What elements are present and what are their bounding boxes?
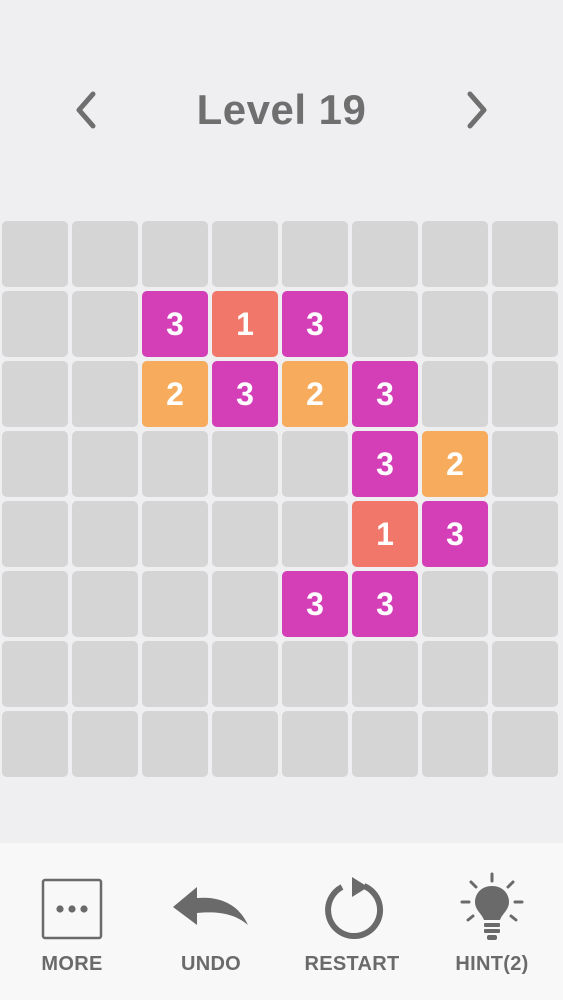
board-cell[interactable] [212, 711, 278, 777]
restart-icon [325, 877, 384, 940]
board-cell[interactable] [2, 711, 68, 777]
undo-button[interactable]: UNDO [146, 873, 276, 983]
board-cell[interactable] [2, 221, 68, 287]
number-tile[interactable]: 3 [422, 501, 488, 567]
number-tile[interactable]: 2 [422, 431, 488, 497]
more-button[interactable]: MORE [7, 873, 137, 983]
number-tile[interactable]: 1 [212, 291, 278, 357]
board-cell[interactable] [142, 571, 208, 637]
board-cell[interactable] [142, 641, 208, 707]
restart-label: RESTART [304, 953, 400, 975]
board-cell[interactable] [492, 361, 558, 427]
board-cell[interactable] [2, 431, 68, 497]
board-cell[interactable] [212, 571, 278, 637]
board-cell[interactable] [142, 431, 208, 497]
board-cell[interactable] [142, 711, 208, 777]
board-cell[interactable] [282, 221, 348, 287]
board-cell[interactable] [282, 641, 348, 707]
board-cell[interactable] [72, 711, 138, 777]
board-cell[interactable] [492, 571, 558, 637]
number-tile[interactable]: 3 [352, 431, 418, 497]
number-tile[interactable]: 1 [352, 501, 418, 567]
game-board: 3132323321333 [2, 221, 562, 781]
board-cell[interactable] [2, 641, 68, 707]
level-header: Level 19 [0, 60, 563, 160]
board-cell[interactable] [492, 291, 558, 357]
board-cell[interactable] [72, 571, 138, 637]
board-cell[interactable] [142, 221, 208, 287]
more-dots-icon [41, 878, 103, 940]
board-cell[interactable] [422, 221, 488, 287]
board-cell[interactable] [72, 641, 138, 707]
board-cell[interactable] [352, 641, 418, 707]
board-cell[interactable] [492, 221, 558, 287]
board-cell[interactable] [422, 291, 488, 357]
board-cell[interactable] [212, 431, 278, 497]
board-cell[interactable] [492, 501, 558, 567]
board-cell[interactable] [2, 571, 68, 637]
board-cell[interactable] [352, 711, 418, 777]
number-tile[interactable]: 3 [352, 571, 418, 637]
number-tile[interactable]: 3 [352, 361, 418, 427]
board-cell[interactable] [72, 291, 138, 357]
board-cell[interactable] [72, 501, 138, 567]
number-tile[interactable]: 3 [212, 361, 278, 427]
bottom-toolbar: MORE UNDO RESTART HINT(2) [0, 843, 563, 1000]
board-cell[interactable] [282, 501, 348, 567]
board-cell[interactable] [422, 361, 488, 427]
board-cell[interactable] [422, 711, 488, 777]
board-cell[interactable] [2, 501, 68, 567]
board-cell[interactable] [72, 361, 138, 427]
board-cell[interactable] [282, 431, 348, 497]
number-tile[interactable]: 2 [282, 361, 348, 427]
board-cell[interactable] [492, 711, 558, 777]
board-cell[interactable] [72, 431, 138, 497]
hint-button[interactable]: HINT(2) [427, 872, 557, 983]
next-level-button[interactable] [449, 82, 505, 138]
undo-label: UNDO [180, 953, 242, 975]
board-cell[interactable] [212, 641, 278, 707]
board-cell[interactable] [492, 431, 558, 497]
board-cell[interactable] [142, 501, 208, 567]
number-tile[interactable]: 2 [142, 361, 208, 427]
number-tile[interactable]: 3 [142, 291, 208, 357]
lightbulb-icon [460, 872, 524, 940]
more-label: MORE [41, 953, 103, 975]
undo-arrow-icon [173, 887, 248, 925]
number-tile[interactable]: 3 [282, 571, 348, 637]
hint-label: HINT(2) [455, 953, 529, 975]
number-tile[interactable]: 3 [282, 291, 348, 357]
board-cell[interactable] [492, 641, 558, 707]
board-cell[interactable] [2, 361, 68, 427]
board-cell[interactable] [352, 221, 418, 287]
restart-button[interactable]: RESTART [287, 873, 417, 983]
board-cell[interactable] [422, 571, 488, 637]
board-cell[interactable] [352, 291, 418, 357]
chevron-right-icon [467, 91, 487, 129]
board-cell[interactable] [282, 711, 348, 777]
board-cell[interactable] [422, 641, 488, 707]
board-cell[interactable] [212, 501, 278, 567]
board-cell[interactable] [72, 221, 138, 287]
board-cell[interactable] [212, 221, 278, 287]
board-cell[interactable] [2, 291, 68, 357]
